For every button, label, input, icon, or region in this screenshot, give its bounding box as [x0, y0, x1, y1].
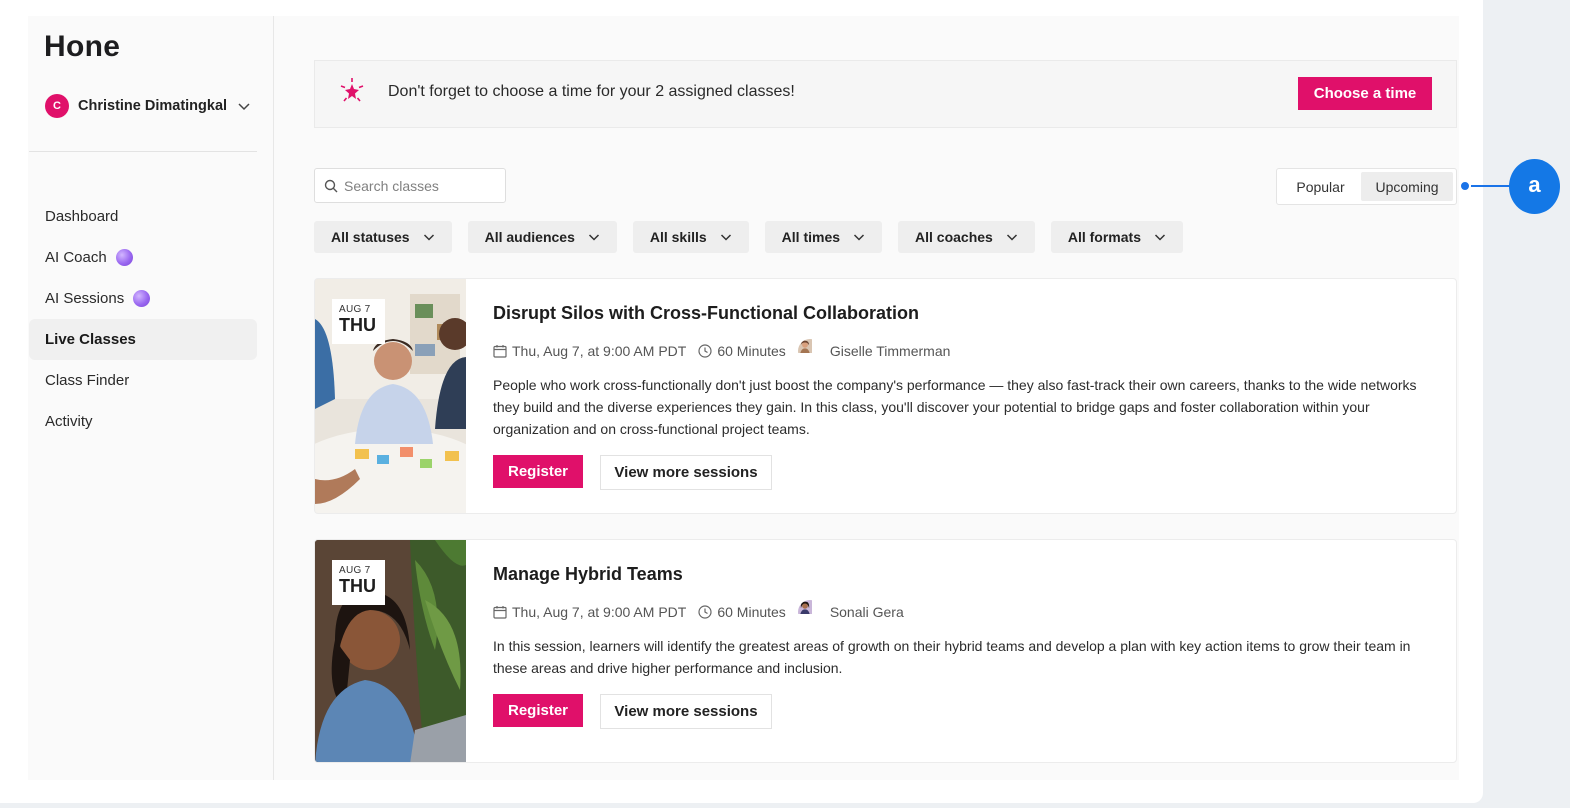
class-datetime: Thu, Aug 7, at 9:00 AM PDT — [512, 343, 687, 359]
class-description: In this session, learners will identify … — [493, 638, 1411, 676]
filter-bar: All statuses All audiences All skills Al… — [314, 221, 1183, 253]
class-meta: Thu, Aug 7, at 9:00 AM PDT 60 Minutes Gi… — [493, 339, 1426, 363]
filter-times-dropdown[interactable]: All times — [764, 221, 883, 253]
annotation-marker: a — [1509, 159, 1560, 214]
app-window: Hone C Christine Dimatingkal Dashboard A… — [0, 0, 1483, 803]
sidebar-item-label: Activity — [45, 413, 93, 430]
sidebar-item-label: Class Finder — [45, 372, 130, 389]
date-month: AUG 7 — [339, 304, 371, 315]
register-button[interactable]: Register — [493, 455, 583, 488]
clock-icon — [698, 344, 712, 358]
filter-label: All statuses — [331, 229, 410, 245]
filter-audiences-dropdown[interactable]: All audiences — [467, 221, 617, 253]
search-box[interactable] — [314, 168, 506, 203]
class-card: AUG 7 THU Disrupt Silos with Cross-Funct… — [314, 278, 1457, 514]
search-icon — [324, 179, 338, 192]
filter-formats-dropdown[interactable]: All formats — [1050, 221, 1183, 253]
sidebar-nav: Dashboard AI Coach AI Sessions Live Clas… — [29, 196, 257, 442]
filter-label: All skills — [649, 229, 707, 245]
user-name: Christine Dimatingkal — [78, 98, 228, 114]
coach-avatar — [797, 339, 822, 363]
user-avatar: C — [45, 94, 69, 118]
sidebar-item-ai-coach[interactable]: AI Coach — [29, 237, 257, 278]
chevron-down-icon — [238, 103, 250, 111]
sidebar: Hone C Christine Dimatingkal Dashboard A… — [28, 16, 274, 780]
sidebar-item-label: AI Coach — [45, 249, 107, 266]
register-button[interactable]: Register — [493, 694, 583, 727]
date-tag: AUG 7 THU — [332, 560, 385, 605]
banner-message: Don't forget to choose a time for your 2… — [388, 83, 795, 100]
view-more-sessions-button[interactable]: View more sessions — [600, 694, 772, 729]
coach-name: Giselle Timmerman — [829, 343, 951, 359]
class-thumbnail: AUG 7 THU — [315, 279, 466, 513]
class-duration: 60 Minutes — [717, 343, 786, 359]
filter-label: All formats — [1067, 229, 1141, 245]
coach-avatar — [797, 600, 822, 624]
class-thumbnail: AUG 7 THU — [315, 540, 466, 762]
chevron-down-icon — [588, 234, 599, 241]
chevron-down-icon — [1154, 234, 1166, 241]
class-duration: 60 Minutes — [717, 604, 786, 620]
class-description: People who work cross-functionally don't… — [493, 377, 1417, 437]
class-title[interactable]: Manage Hybrid Teams — [493, 564, 1426, 585]
filter-coaches-dropdown[interactable]: All coaches — [898, 221, 1035, 253]
ai-orb-icon — [115, 249, 133, 266]
calendar-icon — [493, 345, 507, 358]
class-actions: Register View more sessions — [493, 694, 1426, 729]
class-actions: Register View more sessions — [493, 455, 1426, 490]
date-tag: AUG 7 THU — [332, 299, 385, 344]
app-logo: Hone — [44, 30, 121, 63]
sidebar-item-live-classes[interactable]: Live Classes — [29, 319, 257, 360]
filter-statuses-dropdown[interactable]: All statuses — [314, 221, 452, 253]
sidebar-item-label: Dashboard — [45, 208, 119, 225]
annotation-anchor-dot — [1459, 180, 1471, 192]
chevron-down-icon — [1006, 234, 1017, 241]
class-meta: Thu, Aug 7, at 9:00 AM PDT 60 Minutes So… — [493, 600, 1426, 624]
sidebar-item-dashboard[interactable]: Dashboard — [29, 196, 257, 237]
chevron-down-icon — [423, 234, 434, 241]
class-card: AUG 7 THU Manage Hybrid Teams Thu, Aug 7… — [314, 539, 1457, 763]
sidebar-item-activity[interactable]: Activity — [29, 401, 257, 442]
chevron-down-icon — [854, 234, 865, 241]
assigned-classes-banner: Don't forget to choose a time for your 2… — [314, 60, 1457, 128]
sparkle-icon — [340, 78, 364, 102]
sidebar-item-class-finder[interactable]: Class Finder — [29, 360, 257, 401]
calendar-icon — [493, 606, 507, 619]
filter-label: All times — [781, 229, 841, 245]
sort-upcoming-button[interactable]: Upcoming — [1361, 172, 1453, 201]
sidebar-item-ai-sessions[interactable]: AI Sessions — [29, 278, 257, 319]
date-month: AUG 7 — [339, 565, 371, 576]
user-menu[interactable]: C Christine Dimatingkal — [45, 94, 251, 118]
view-more-sessions-button[interactable]: View more sessions — [600, 455, 772, 490]
date-weekday: THU — [339, 576, 376, 596]
coach-name: Sonali Gera — [829, 604, 904, 620]
filter-label: All audiences — [484, 229, 575, 245]
sidebar-item-label: Live Classes — [45, 331, 136, 348]
class-datetime: Thu, Aug 7, at 9:00 AM PDT — [512, 604, 687, 620]
choose-a-time-button[interactable]: Choose a time — [1298, 77, 1432, 110]
sidebar-item-label: AI Sessions — [45, 290, 125, 307]
app-content: Hone C Christine Dimatingkal Dashboard A… — [28, 16, 1459, 780]
chevron-down-icon — [720, 234, 731, 241]
sort-toggle: Popular Upcoming — [1276, 168, 1457, 205]
filter-skills-dropdown[interactable]: All skills — [632, 221, 749, 253]
class-title[interactable]: Disrupt Silos with Cross-Functional Coll… — [493, 303, 1426, 324]
search-input[interactable] — [344, 177, 494, 194]
sort-popular-button[interactable]: Popular — [1280, 172, 1361, 201]
class-details: Disrupt Silos with Cross-Functional Coll… — [493, 279, 1426, 490]
filter-label: All coaches — [915, 229, 993, 245]
clock-icon — [698, 605, 712, 619]
class-details: Manage Hybrid Teams Thu, Aug 7, at 9:00 … — [493, 540, 1426, 729]
sidebar-divider — [29, 151, 257, 152]
ai-orb-icon — [133, 290, 151, 307]
date-weekday: THU — [339, 315, 376, 335]
